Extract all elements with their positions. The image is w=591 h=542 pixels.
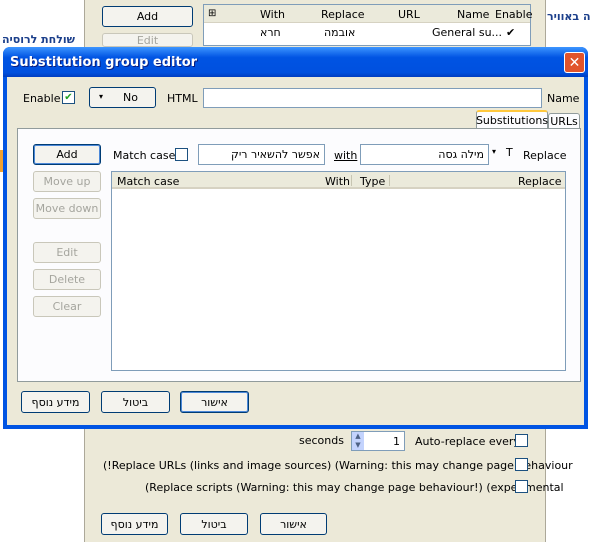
replace-value: מילה גסה: [438, 148, 484, 161]
html-label: HTML: [167, 92, 198, 105]
edit-substitution-button[interactable]: Edit: [33, 242, 101, 263]
tab-substitutions-label: Substitutions: [475, 113, 549, 127]
close-icon[interactable]: ✕: [564, 52, 585, 73]
type-dropdown-arrow-icon: ▾: [492, 147, 497, 156]
col-separator: [351, 175, 352, 186]
background-more-info-button[interactable]: מידע נוסף: [101, 513, 168, 535]
bg-row-enable[interactable]: ✔: [506, 26, 515, 39]
more-info-button[interactable]: מידע נוסף: [21, 391, 90, 413]
with-label: with: [334, 149, 358, 162]
match-case-checkbox[interactable]: [175, 148, 188, 161]
table-settings-icon[interactable]: ⊞: [208, 8, 216, 19]
enable-check-mark: ✔: [64, 91, 73, 103]
replace-input[interactable]: מילה גסה: [360, 144, 489, 165]
add-substitution-button[interactable]: Add: [33, 144, 101, 165]
auto-replace-label: Auto-replace every: [415, 435, 520, 448]
seconds-value: 1: [393, 434, 400, 448]
with-value: אפשר להשאיר ריק: [231, 148, 320, 161]
type-dropdown[interactable]: ▾ T: [492, 146, 518, 163]
move-down-button[interactable]: Move down: [33, 198, 101, 219]
match-case-label: Match case: [113, 149, 176, 162]
bg-col-replace[interactable]: Replace: [321, 8, 365, 21]
col-match-case[interactable]: Match case: [117, 175, 179, 188]
tab-substitutions[interactable]: Substitutions: [476, 110, 548, 128]
ok-button[interactable]: אישור: [180, 391, 249, 413]
move-up-button[interactable]: Move up: [33, 171, 101, 192]
tab-urls[interactable]: URLs: [548, 113, 580, 129]
background-edit-button[interactable]: Edit: [102, 33, 193, 47]
bg-col-name[interactable]: Name: [457, 8, 489, 21]
cancel-button[interactable]: ביטול: [101, 391, 170, 413]
replace-urls-checkbox[interactable]: [515, 458, 528, 471]
html-mode-dropdown[interactable]: ▾ No: [89, 87, 156, 108]
seconds-label: seconds: [299, 434, 344, 447]
dialog-body: Enable ✔ ▾ No HTML Name Substitutions UR…: [7, 77, 584, 425]
enable-checkbox[interactable]: ✔: [62, 91, 75, 104]
background-left-edge-text: שולחת לרוסיה: [2, 33, 75, 46]
html-mode-value: No: [123, 91, 138, 104]
bg-row-with[interactable]: חרא: [260, 26, 281, 39]
enable-label: Enable: [23, 92, 61, 105]
auto-replace-checkbox[interactable]: [515, 434, 528, 447]
bg-row-name[interactable]: General su...: [432, 26, 502, 39]
replace-label: Replace: [523, 149, 567, 162]
col-with[interactable]: With: [325, 175, 350, 188]
dropdown-arrow-icon: ▾: [99, 92, 104, 101]
bg-col-with[interactable]: With: [260, 8, 285, 21]
tab-panel: Add Move up Move down Edit Delete Clear …: [17, 128, 581, 382]
col-separator: [389, 175, 390, 186]
replace-scripts-checkbox[interactable]: [515, 480, 528, 493]
seconds-spin-icon[interactable]: ▲ ▼: [352, 432, 364, 450]
substitution-dialog: Substitution group editor ✕ Enable ✔ ▾ N…: [3, 47, 588, 429]
background-cancel-button[interactable]: ביטול: [180, 513, 248, 535]
tab-urls-label: URLs: [550, 115, 578, 128]
delete-substitution-button[interactable]: Delete: [33, 269, 101, 290]
dialog-title: Substitution group editor: [10, 55, 198, 70]
background-right-edge-text: ה באוויר: [547, 10, 591, 23]
col-type[interactable]: Type: [360, 175, 385, 188]
bg-col-url[interactable]: URL: [398, 8, 420, 21]
bg-col-enable[interactable]: Enable: [495, 8, 532, 21]
name-label: Name: [547, 92, 580, 105]
name-input[interactable]: [203, 88, 542, 108]
clear-substitutions-button[interactable]: Clear: [33, 296, 101, 317]
with-input[interactable]: אפשר להשאיר ריק: [198, 144, 325, 165]
background-group-table: ⊞ With Replace URL Name Enable חרא אובמה…: [203, 4, 532, 46]
replace-urls-label: (!Replace URLs (links and image sources)…: [103, 459, 573, 472]
col-replace[interactable]: Replace: [518, 175, 562, 188]
background-add-button[interactable]: Add: [102, 6, 193, 27]
type-value: T: [506, 146, 513, 159]
replace-scripts-label: (Replace scripts (Warning: this may chan…: [145, 481, 564, 494]
bg-row-replace[interactable]: אובמה: [324, 26, 355, 39]
substitutions-table[interactable]: Match case With Type Replace: [111, 171, 566, 371]
background-ok-button[interactable]: אישור: [260, 513, 327, 535]
